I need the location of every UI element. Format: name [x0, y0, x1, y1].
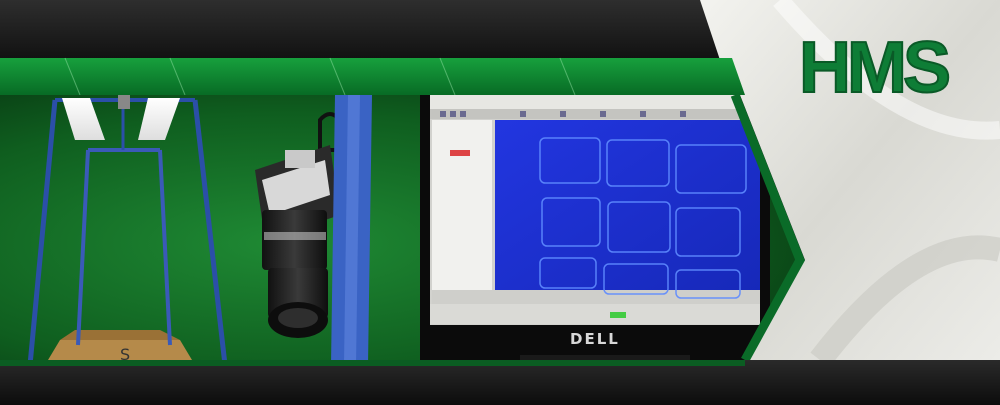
photo-region: S DELL: [0, 95, 800, 360]
monitor-icon: DELL: [420, 95, 770, 360]
hms-banner: S DELL HMS: [0, 0, 1000, 405]
banner-artwork: S DELL HMS: [0, 0, 1000, 405]
hms-logo: HMS: [798, 27, 954, 109]
green-stripe: [0, 58, 745, 95]
hms-logo-text: HMS: [799, 28, 949, 108]
bottom-dark-band: [0, 360, 1000, 405]
monitor-brand-label: DELL: [570, 330, 620, 348]
